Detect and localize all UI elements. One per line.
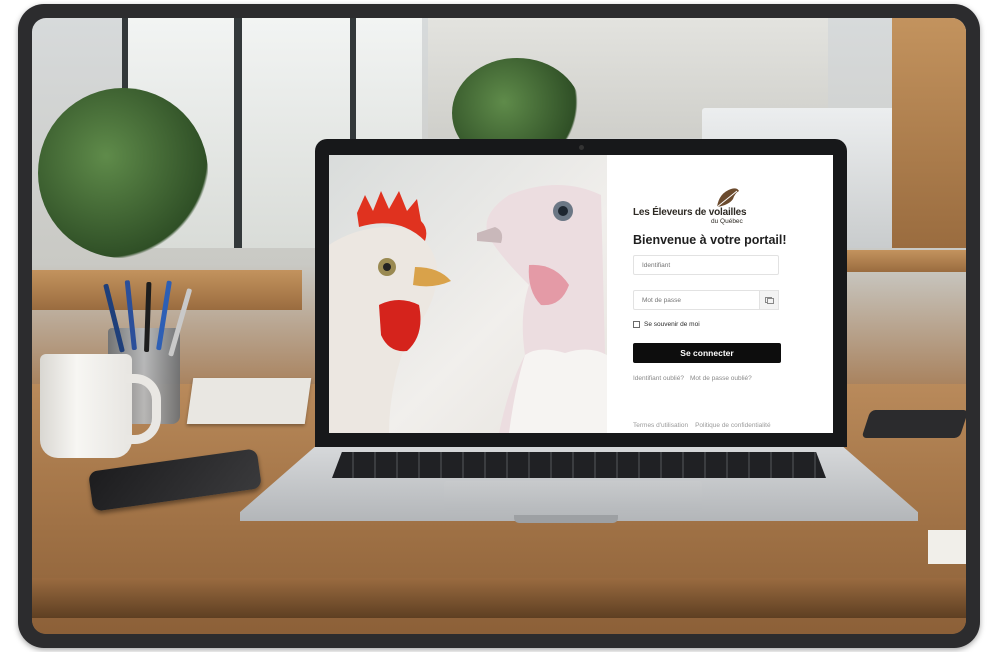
laptop-lid: Les Éleveurs de volailles du Québec Bien… xyxy=(315,139,847,447)
tablet xyxy=(861,410,966,438)
notebook xyxy=(186,378,312,424)
recovery-links: Identifiant oublié? Mot de passe oublié? xyxy=(633,375,752,382)
remember-me-label: Se souvenir de moi xyxy=(644,321,700,328)
privacy-link[interactable]: Politique de confidentialité xyxy=(695,422,771,429)
coffee-mug xyxy=(40,354,132,458)
terms-link[interactable]: Termes d'utilisation xyxy=(633,422,688,429)
remember-me-checkbox[interactable] xyxy=(633,321,640,328)
welcome-heading: Bienvenue à votre portail! xyxy=(633,233,787,247)
laptop-notch xyxy=(514,515,618,523)
brand-region: du Québec xyxy=(711,218,743,225)
footer-links: Termes d'utilisation Politique de confid… xyxy=(633,422,771,429)
username-input[interactable] xyxy=(633,255,779,275)
forgot-username-link[interactable]: Identifiant oublié? xyxy=(633,375,684,382)
password-toggle-button[interactable] xyxy=(759,290,779,310)
hero-image xyxy=(329,155,607,433)
login-button[interactable]: Se connecter xyxy=(633,343,781,363)
password-input[interactable] xyxy=(633,290,761,310)
brand-name: Les Éleveurs de volailles xyxy=(633,207,747,218)
shelf xyxy=(892,18,966,248)
webcam xyxy=(579,145,584,150)
laptop-trackpad xyxy=(444,481,702,511)
window-mullion xyxy=(234,18,242,248)
papers xyxy=(928,530,966,564)
poultry-illustration xyxy=(329,185,607,433)
leaf-logo-icon xyxy=(716,188,739,208)
screenshot-frame: Les Éleveurs de volailles du Québec Bien… xyxy=(18,4,980,648)
office-photo: Les Éleveurs de volailles du Québec Bien… xyxy=(32,18,966,634)
login-panel: Les Éleveurs de volailles du Québec Bien… xyxy=(607,155,833,433)
laptop-screen: Les Éleveurs de volailles du Québec Bien… xyxy=(329,155,833,433)
laptop-keyboard xyxy=(332,452,826,478)
eye-icon xyxy=(764,296,774,304)
forgot-password-link[interactable]: Mot de passe oublié? xyxy=(690,375,752,382)
brand-logo[interactable]: Les Éleveurs de volailles du Québec xyxy=(633,185,753,225)
remember-me[interactable]: Se souvenir de moi xyxy=(633,321,700,328)
plant xyxy=(38,88,208,258)
mug-handle xyxy=(124,374,161,444)
desk-edge xyxy=(32,578,966,618)
